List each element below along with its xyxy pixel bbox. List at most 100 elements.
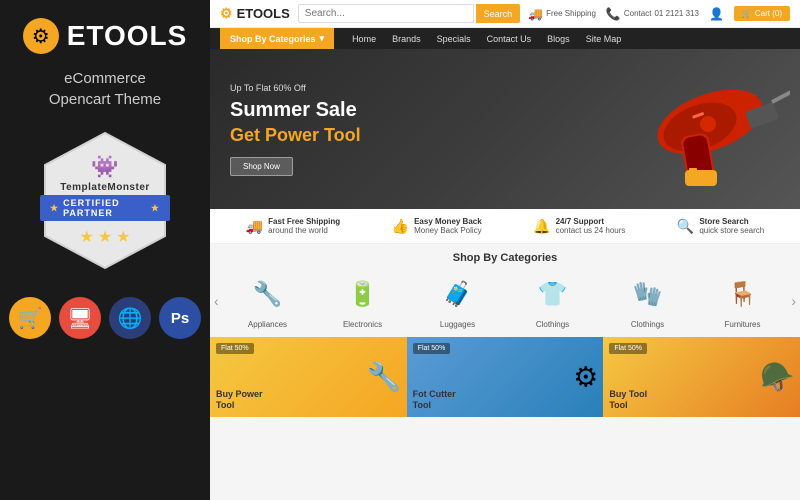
certified-badge: 👾 TemplateMonster ★ CERTIFIED PARTNER ★ … xyxy=(40,128,170,273)
categories-next-arrow[interactable]: › xyxy=(791,293,796,309)
product-card-3[interactable]: Flat 50% Buy ToolTool 🪖 xyxy=(603,337,800,417)
brand-name: ETOOLS xyxy=(67,20,188,52)
stars-row: ★ ★ ★ xyxy=(79,227,130,247)
nav-home[interactable]: Home xyxy=(344,29,384,49)
hero-title: Summer Sale xyxy=(230,99,361,121)
search-input[interactable] xyxy=(298,4,474,23)
hero-subtitle: Get Power Tool xyxy=(230,125,361,146)
photoshop-circle-icon[interactable]: Ps xyxy=(159,297,201,339)
star-2: ★ xyxy=(98,227,112,247)
gear-icon: ⚙ xyxy=(23,18,59,54)
product-img-2: ⚙ xyxy=(573,361,598,394)
nav-bar: Shop By Categories ▾ Home Brands Special… xyxy=(210,28,800,49)
categories-section: Shop By Categories ‹ 🔧 Appliances 🔋 Elec… xyxy=(210,244,800,337)
nav-blogs[interactable]: Blogs xyxy=(539,29,578,49)
product-info-1: Buy PowerTool xyxy=(210,383,269,417)
appliances-icon: 🔧 xyxy=(238,272,298,317)
shipping-icon: 🚚 xyxy=(246,218,263,235)
product-img-3: 🪖 xyxy=(760,361,795,394)
money-back-title: Easy Money Back xyxy=(414,217,482,226)
monitor-circle-icon[interactable]: 🖥 xyxy=(59,297,101,339)
cart-button[interactable]: 🛒 Cart (0) xyxy=(734,6,790,21)
category-luggages[interactable]: 🧳 Luggages xyxy=(428,272,488,329)
brand-logo: ⚙ ETOOLS xyxy=(23,18,188,54)
star-3: ★ xyxy=(116,227,130,247)
shop-now-button[interactable]: Shop Now xyxy=(230,157,293,176)
product-info-2: Fot CutterTool xyxy=(407,383,462,417)
store-search-icon: 🔍 xyxy=(677,218,694,235)
template-monster-label: TemplateMonster xyxy=(60,182,150,193)
free-shipping-label: Free Shipping xyxy=(546,9,596,18)
truck-icon: 🚚 xyxy=(528,7,543,21)
search-button[interactable]: Search xyxy=(476,4,521,23)
cart-circle-icon[interactable]: 🛒 xyxy=(9,297,51,339)
product-badge-3: Flat 50% xyxy=(609,343,647,354)
hero-content: Up To Flat 60% Off Summer Sale Get Power… xyxy=(210,67,381,192)
product-title-2: Fot CutterTool xyxy=(413,389,456,411)
luggages-icon: 🧳 xyxy=(428,272,488,317)
brand-subtitle: eCommerce Opencart Theme xyxy=(49,68,161,110)
furnitures-label: Furnitures xyxy=(724,320,760,329)
search-sub: quick store search xyxy=(699,226,764,235)
category-electronics[interactable]: 🔋 Electronics xyxy=(333,272,393,329)
shipping-title: Fast Free Shipping xyxy=(268,217,340,226)
products-row: Flat 50% Buy PowerTool 🔧 Flat 50% Fot Cu… xyxy=(210,337,800,500)
category-clothings-2[interactable]: 🧤 Clothings xyxy=(618,272,678,329)
money-back-text: Easy Money Back Money Back Policy xyxy=(414,217,482,235)
clothings-icon-1: 👕 xyxy=(523,272,583,317)
contact-number: 01 2121 313 xyxy=(654,9,699,18)
categories-grid: ‹ 🔧 Appliances 🔋 Electronics 🧳 Luggages … xyxy=(220,272,790,329)
drill-svg xyxy=(590,52,790,207)
nav-brands[interactable]: Brands xyxy=(384,29,429,49)
left-panel: ⚙ ETOOLS eCommerce Opencart Theme 👾 Temp… xyxy=(0,0,210,500)
features-bar: 🚚 Fast Free Shipping around the world 👍 … xyxy=(210,209,800,244)
search-title: Store Search xyxy=(699,217,764,226)
cart-label: Cart (0) xyxy=(755,9,782,18)
nav-specials[interactable]: Specials xyxy=(429,29,479,49)
shipping-sub: around the world xyxy=(268,226,328,235)
contact-label: Contact xyxy=(624,9,652,18)
hero-banner: Up To Flat 60% Off Summer Sale Get Power… xyxy=(210,49,800,209)
bottom-icons: 🛒 🖥 🌐 Ps xyxy=(9,297,201,339)
globe-circle-icon[interactable]: 🌐 xyxy=(109,297,151,339)
drill-visual xyxy=(590,49,790,209)
clothings-label-1: Clothings xyxy=(536,320,569,329)
furnitures-icon: 🪑 xyxy=(713,272,773,317)
product-badge-1: Flat 50% xyxy=(216,343,254,354)
website-mockup: ⚙ ETOOLS Search 🚚 Free Shipping 📞 Contac… xyxy=(210,0,800,500)
clothings-icon-2: 🧤 xyxy=(618,272,678,317)
site-gear-icon: ⚙ xyxy=(220,5,233,22)
site-logo: ⚙ ETOOLS xyxy=(220,5,290,22)
appliances-label: Appliances xyxy=(248,320,287,329)
category-clothings-1[interactable]: 👕 Clothings xyxy=(523,272,583,329)
contact-info: 📞 Contact 01 2121 313 xyxy=(606,7,699,21)
support-title: 24/7 Support xyxy=(556,217,626,226)
site-header: ⚙ ETOOLS Search 🚚 Free Shipping 📞 Contac… xyxy=(210,0,800,28)
hex-inner: 👾 TemplateMonster ★ CERTIFIED PARTNER ★ … xyxy=(40,154,170,247)
money-back-icon: 👍 xyxy=(392,218,409,235)
categories-prev-arrow[interactable]: ‹ xyxy=(214,293,219,309)
categories-title: Shop By Categories xyxy=(220,252,790,264)
product-img-1: 🔧 xyxy=(367,361,402,394)
shipping-text: Fast Free Shipping around the world xyxy=(268,217,340,235)
site-brand-name: ETOOLS xyxy=(237,6,290,21)
nav-contact-us[interactable]: Contact Us xyxy=(479,29,540,49)
support-sub: contact us 24 hours xyxy=(556,226,626,235)
hero-tag: Up To Flat 60% Off xyxy=(230,83,361,93)
product-card-2[interactable]: Flat 50% Fot CutterTool ⚙ xyxy=(407,337,604,417)
shop-by-categories-button[interactable]: Shop By Categories ▾ xyxy=(220,28,334,49)
user-icon: 👤 xyxy=(709,7,724,21)
categories-label: Shop By Categories xyxy=(230,34,316,44)
search-text: Store Search quick store search xyxy=(699,217,764,235)
certified-text: CERTIFIED PARTNER xyxy=(63,198,147,218)
star-right-icon: ★ xyxy=(151,203,160,214)
nav-site-map[interactable]: Site Map xyxy=(578,29,630,49)
product-title-1: Buy PowerTool xyxy=(216,389,263,411)
site-search[interactable]: Search xyxy=(298,4,520,23)
category-furnitures[interactable]: 🪑 Furnitures xyxy=(713,272,773,329)
category-appliances[interactable]: 🔧 Appliances xyxy=(238,272,298,329)
feature-money-back: 👍 Easy Money Back Money Back Policy xyxy=(392,217,482,235)
clothings-label-2: Clothings xyxy=(631,320,664,329)
product-card-1[interactable]: Flat 50% Buy PowerTool 🔧 xyxy=(210,337,407,417)
free-shipping-info: 🚚 Free Shipping xyxy=(528,7,596,21)
